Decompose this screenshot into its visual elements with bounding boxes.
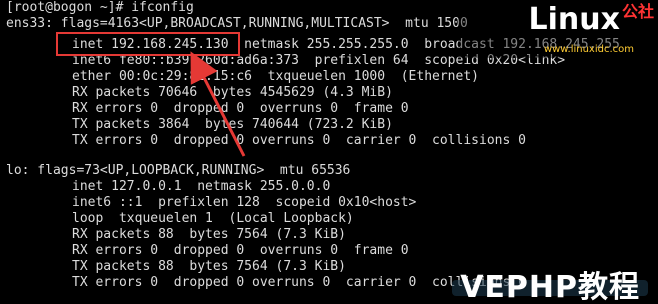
ens33-tx-packets-line: TX packets 3864 bytes 740644 (723.2 KiB) [72,117,393,132]
ens33-tx-errors-line: TX errors 0 dropped 0 overruns 0 carrier… [72,133,526,148]
watermark-text: VEPHP教程 [452,273,648,303]
ens33-ether-line: ether 00:0c:29:82:15:c6 txqueuelen 1000 … [72,69,479,84]
ens33-rx-errors-line: RX errors 0 dropped 0 overruns 0 frame 0 [72,101,409,116]
terminal-prompt-line: [root@bogon ~]# ifconfig [6,0,194,15]
logo-badge: Linux 公社 www.linuxidc.com [458,0,658,58]
ens33-header-line: ens33: flags=4163<UP,BROADCAST,RUNNING,M… [6,16,468,31]
lo-inet6-line: inet6 ::1 prefixlen 128 scopeid 0x10<hos… [72,195,417,210]
logo-brand: Linux [528,2,620,37]
logo-suffix: 公社 [621,2,654,21]
ens33-rx-packets-line: RX packets 70646 bytes 4545629 (4.3 MiB) [72,85,393,100]
lo-rx-packets-line: RX packets 88 bytes 7564 (7.3 KiB) [72,227,346,242]
terminal-window[interactable]: [root@bogon ~]# ifconfig ens33: flags=41… [0,0,658,304]
lo-loop-line: loop txqueuelen 1 (Local Loopback) [72,211,354,226]
ip-highlight-box [56,32,240,56]
lo-rx-errors-line: RX errors 0 dropped 0 overruns 0 frame 0 [72,243,409,258]
lo-header-line: lo: flags=73<UP,LOOPBACK,RUNNING> mtu 65… [6,163,351,178]
lo-inet-line: inet 127.0.0.1 netmask 255.0.0.0 [72,179,331,194]
lo-tx-packets-line: TX packets 88 bytes 7564 (7.3 KiB) [72,259,346,274]
logo-text: Linux 公社 [529,2,654,35]
logo-url: www.linuxidc.com [543,44,634,55]
